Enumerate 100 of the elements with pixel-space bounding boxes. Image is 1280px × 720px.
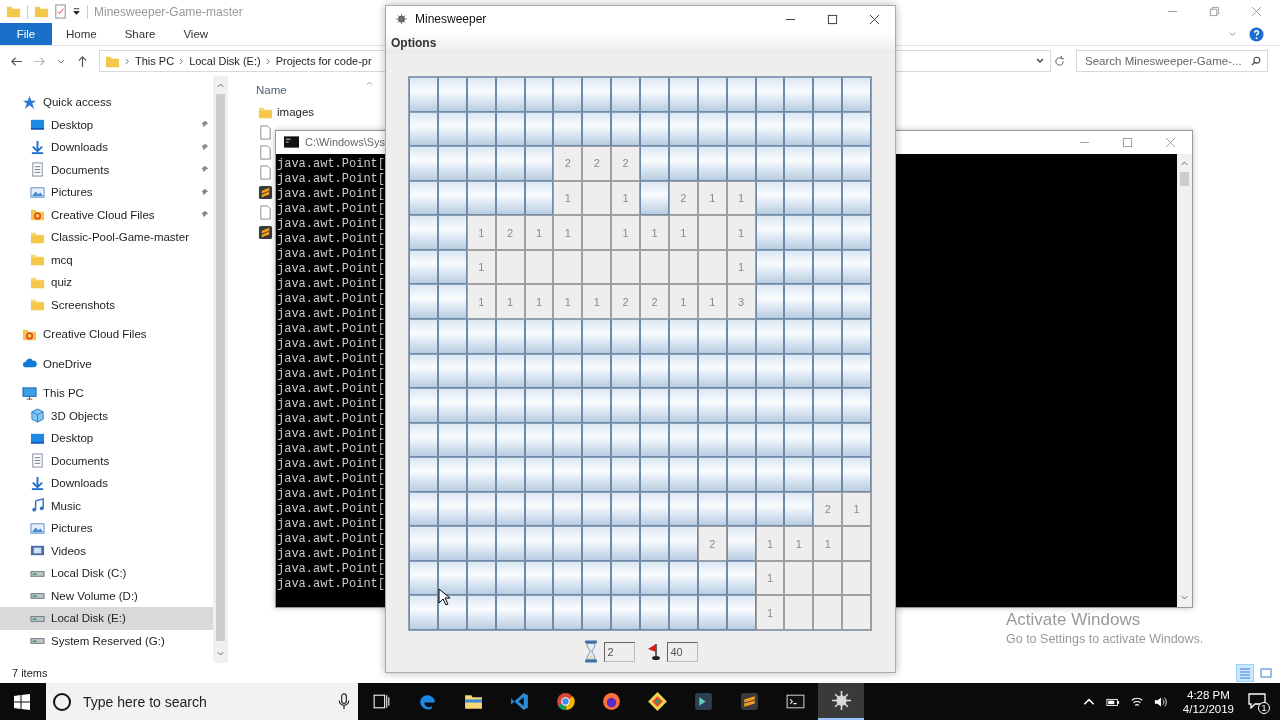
console-line: java.awt.Point[ [276, 277, 386, 292]
timer-display: 2 [603, 641, 635, 662]
revealed-cell: 1 [726, 215, 756, 250]
nav-item[interactable]: Downloads [0, 136, 213, 159]
window-title: Minesweeper [415, 12, 487, 26]
revealed-cell: 1 [755, 526, 785, 561]
nav-item[interactable]: quiz [0, 271, 213, 294]
nav-item[interactable]: Creative Cloud Files [0, 323, 213, 346]
menu-item[interactable]: Options [386, 36, 442, 50]
console-line: java.awt.Point[ [276, 367, 386, 382]
revealed-cell: 1 [813, 526, 843, 561]
console-line: java.awt.Point[ [276, 517, 386, 532]
nav-item[interactable]: Screenshots [0, 293, 213, 316]
console-line: java.awt.Point[ [276, 292, 386, 307]
nav-item[interactable]: mcq [0, 248, 213, 271]
console-line: java.awt.Point[ [276, 157, 386, 172]
nav-item[interactable]: Classic-Pool-Game-master [0, 226, 213, 249]
window-title: C:\Windows\Sys [305, 136, 386, 148]
status-text: 7 items [12, 667, 48, 679]
breadcrumb[interactable]: Local Disk (E:) [189, 55, 261, 67]
revealed-cell: 2 [495, 215, 525, 250]
window-title: Minesweeper-Game-master [94, 4, 243, 19]
console-line: java.awt.Point[ [276, 382, 386, 397]
nav-item[interactable]: Local Disk (E:) [0, 607, 213, 630]
console-line: java.awt.Point[ [276, 412, 386, 427]
revealed-cell: 1 [842, 491, 871, 527]
revealed-cell: 1 [553, 284, 583, 319]
revealed-cell: 3 [726, 284, 756, 319]
nav-item[interactable]: New Volume (D:) [0, 584, 213, 607]
console-line: java.awt.Point[ [276, 487, 386, 502]
revealed-cell: 1 [755, 595, 785, 630]
revealed-cell: 1 [697, 284, 727, 319]
console-line: java.awt.Point[ [276, 232, 386, 247]
search-input[interactable]: Type here to search [81, 692, 329, 711]
revealed-cell: 1 [553, 215, 583, 250]
notification-icon[interactable]: 1 [1248, 692, 1268, 711]
ribbon-tab[interactable]: Home [52, 23, 111, 45]
revealed-cell: 1 [611, 215, 640, 250]
revealed-cell: 2 [611, 146, 640, 181]
ribbon-tab[interactable]: File [0, 23, 52, 45]
revealed-cell: 1 [466, 284, 496, 319]
revealed-cell: 1 [524, 284, 554, 319]
console-line: java.awt.Point[ [276, 397, 386, 412]
revealed-cell: 1 [668, 284, 698, 319]
console-line: java.awt.Point[ [276, 337, 386, 352]
console-line: java.awt.Point[ [276, 352, 386, 367]
ribbon-tab[interactable]: View [169, 23, 223, 45]
nav-item[interactable]: Documents [0, 158, 213, 181]
console-line: java.awt.Point[ [276, 547, 386, 562]
revealed-cell: 2 [813, 491, 843, 527]
search-field[interactable]: Search Minesweeper-Game-... [1076, 50, 1268, 72]
nav-item[interactable]: Creative Cloud Files [0, 203, 213, 226]
console-line: java.awt.Point[ [276, 202, 386, 217]
console-line: java.awt.Point[ [276, 577, 386, 592]
nav-item[interactable]: Quick access [0, 91, 213, 114]
mine-counter: 40 [666, 641, 698, 662]
console-line: java.awt.Point[ [276, 427, 386, 442]
column-header[interactable]: Name [248, 84, 287, 96]
revealed-cell: 1 [553, 180, 583, 216]
console-line: java.awt.Point[ [276, 457, 386, 472]
revealed-cell: 2 [611, 284, 640, 319]
nav-item[interactable]: System Reserved (G:) [0, 629, 213, 652]
activation-title: Activate Windows [1006, 610, 1142, 630]
nav-item[interactable]: Desktop [0, 427, 213, 450]
nav-item[interactable]: Pictures [0, 517, 213, 540]
nav-item[interactable]: Downloads [0, 472, 213, 495]
console-line: java.awt.Point[ [276, 442, 386, 457]
nav-item[interactable]: Pictures [0, 181, 213, 204]
console-line: java.awt.Point[ [276, 187, 386, 202]
file-name[interactable]: images [277, 106, 315, 118]
nav-item[interactable]: OneDrive [0, 352, 213, 375]
console-line: java.awt.Point[ [276, 262, 386, 277]
nav-item[interactable]: Videos [0, 539, 213, 562]
revealed-cell: 1 [611, 180, 640, 216]
console-line: java.awt.Point[ [276, 307, 386, 322]
nav-item[interactable]: This PC [0, 382, 213, 405]
ribbon-tab[interactable]: Share [110, 23, 170, 45]
revealed-cell: 1 [668, 215, 698, 250]
revealed-cell: 2 [553, 146, 583, 181]
revealed-cell: 1 [495, 284, 525, 319]
console-line: java.awt.Point[ [276, 502, 386, 517]
revealed-cell: 1 [582, 284, 612, 319]
breadcrumb[interactable]: Projects for code-pr [275, 55, 372, 67]
revealed-cell: 1 [640, 215, 669, 250]
activation-text: Go to Settings to activate Windows. [1006, 632, 1204, 646]
revealed-cell: 1 [524, 215, 554, 250]
nav-item[interactable]: Documents [0, 449, 213, 472]
console-line: java.awt.Point[ [276, 172, 386, 187]
revealed-cell: 2 [640, 284, 669, 319]
console-line: java.awt.Point[ [276, 562, 386, 577]
nav-item[interactable]: Desktop [0, 113, 213, 136]
nav-item[interactable]: Music [0, 494, 213, 517]
console-line: java.awt.Point[ [276, 322, 386, 337]
nav-item[interactable]: Local Disk (C:) [0, 562, 213, 585]
search-field[interactable]: Type here to search [46, 683, 358, 720]
console-line: java.awt.Point[ [276, 532, 386, 547]
breadcrumb[interactable]: This PC [135, 55, 175, 67]
nav-item[interactable]: 3D Objects [0, 404, 213, 427]
clock[interactable]: 4:28 PM 4/12/2019 [1182, 688, 1234, 715]
revealed-cell: 1 [784, 526, 814, 561]
